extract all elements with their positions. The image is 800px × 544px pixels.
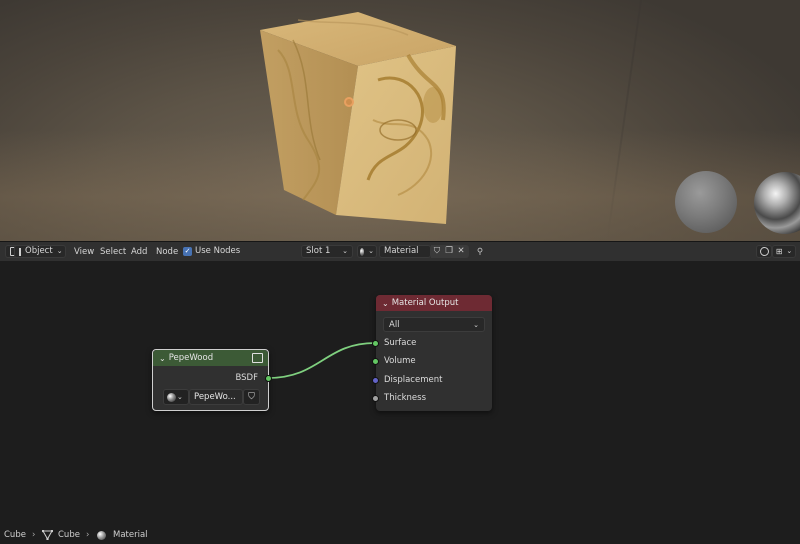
- chevron-right-icon: ›: [32, 530, 36, 540]
- chevron-down-icon: ⌄: [56, 247, 63, 255]
- collapse-chevron-icon[interactable]: ⌄: [382, 299, 389, 308]
- object-mode-icon: [19, 247, 21, 256]
- slot-label: Slot 1: [306, 246, 331, 256]
- chevron-right-icon: ›: [86, 530, 90, 540]
- material-output-node[interactable]: ⌄ Material Output All ⌄ Surface Volume D…: [376, 295, 492, 411]
- snap-dropdown[interactable]: ⊞ ⌄: [772, 245, 796, 258]
- target-dropdown[interactable]: All ⌄: [383, 317, 485, 332]
- textured-cube[interactable]: [258, 10, 458, 225]
- displacement-input-socket[interactable]: [372, 377, 379, 384]
- bsdf-output-socket[interactable]: [265, 375, 272, 382]
- displacement-input-label: Displacement: [384, 375, 443, 385]
- surface-input-socket[interactable]: [372, 340, 379, 347]
- breadcrumb-material: Material: [113, 530, 148, 540]
- output-node-title: Material Output: [391, 298, 459, 308]
- breadcrumb-mesh: Cube: [58, 530, 80, 540]
- volume-input-label: Volume: [384, 356, 416, 366]
- unlink-close-icon[interactable]: ✕: [455, 245, 467, 258]
- use-nodes-toggle[interactable]: ✓ Use Nodes: [183, 245, 240, 258]
- material-sphere-icon: [360, 247, 365, 256]
- collapse-chevron-icon[interactable]: ⌄: [159, 354, 166, 363]
- diffuse-reference-sphere: [675, 171, 737, 233]
- material-sphere-icon: [97, 531, 106, 544]
- overlays-button[interactable]: [756, 245, 772, 258]
- bsdf-output-label: BSDF: [235, 373, 258, 383]
- menu-select[interactable]: Select: [100, 246, 126, 258]
- 3d-viewport[interactable]: [0, 0, 800, 241]
- output-node-header[interactable]: ⌄ Material Output: [376, 295, 492, 311]
- group-node-header[interactable]: ⌄ PepeWood: [153, 350, 268, 366]
- material-name-field[interactable]: Material: [379, 245, 431, 258]
- pepewood-group-node[interactable]: ⌄ PepeWood BSDF ⌄ PepeWo... ⛉: [152, 349, 269, 411]
- fake-user-button[interactable]: ⛉: [243, 389, 260, 405]
- use-nodes-label: Use Nodes: [195, 246, 241, 256]
- material-sphere-icon: [167, 392, 176, 402]
- object-origin-marker[interactable]: [344, 97, 354, 107]
- menu-view[interactable]: View: [74, 246, 94, 258]
- menu-node[interactable]: Node: [156, 246, 178, 258]
- overlay-circles-icon: [759, 247, 769, 256]
- menu-add[interactable]: Add: [131, 246, 147, 258]
- group-datablock-name: PepeWo...: [194, 392, 236, 402]
- group-browse-button[interactable]: ⌄: [163, 389, 189, 405]
- thickness-input-socket[interactable]: [372, 395, 379, 402]
- target-label: All: [389, 319, 400, 330]
- chevron-down-icon: ⌄: [342, 247, 348, 255]
- shield-icon: ⛉: [248, 392, 255, 402]
- mesh-data-icon: [41, 529, 54, 544]
- mode-label: Object: [25, 246, 53, 256]
- snap-icon: ⊞: [775, 247, 783, 256]
- material-name: Material: [384, 246, 419, 256]
- node-editor-header: Object ⌄ View Select Add Node ✓ Use Node…: [0, 241, 800, 261]
- volume-input-socket[interactable]: [372, 358, 379, 365]
- mode-dropdown[interactable]: Object ⌄: [14, 245, 66, 258]
- slot-dropdown[interactable]: Slot 1 ⌄: [301, 245, 353, 258]
- group-node-title: PepeWood: [168, 353, 214, 363]
- surface-input-label: Surface: [384, 338, 417, 348]
- group-datablock-field[interactable]: PepeWo...: [189, 389, 243, 405]
- material-actions: ⛉ ❐ ✕: [431, 245, 469, 258]
- browse-material-button[interactable]: ⌄: [357, 245, 377, 258]
- chevron-down-icon: ⌄: [473, 320, 479, 329]
- thickness-input-label: Thickness: [384, 393, 427, 403]
- breadcrumb: Cube › Cube › Material: [0, 262, 800, 541]
- chevron-down-icon: ⌄: [177, 393, 183, 401]
- breadcrumb-object: Cube: [4, 530, 26, 540]
- chevron-down-icon: ⌄: [368, 247, 374, 255]
- pin-icon[interactable]: ⚲: [473, 245, 487, 258]
- node-group-icon[interactable]: [252, 353, 263, 363]
- duplicate-material-icon[interactable]: ❐: [443, 245, 455, 258]
- chevron-down-icon: ⌄: [786, 247, 793, 255]
- checkmark-icon[interactable]: ✓: [183, 247, 192, 256]
- fake-user-shield-icon[interactable]: ⛉: [431, 245, 443, 258]
